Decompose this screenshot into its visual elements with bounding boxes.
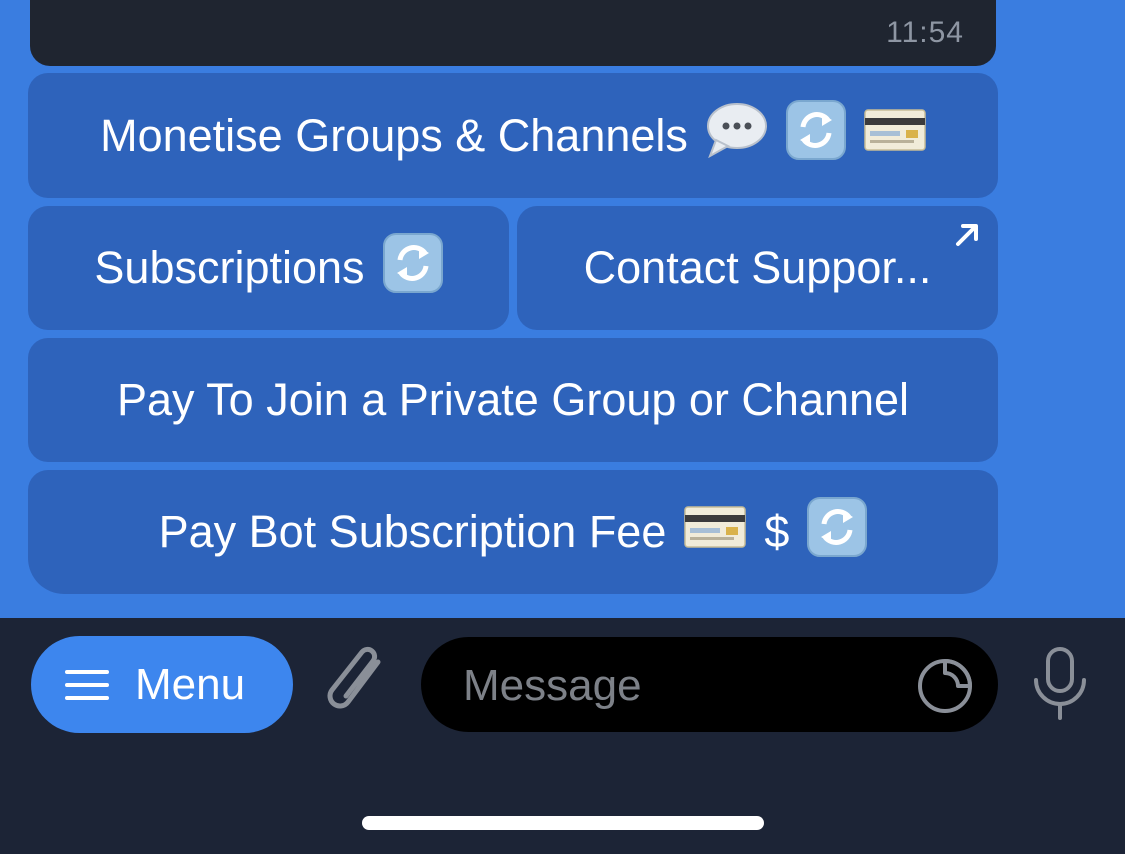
message-time: 11:54 (886, 16, 964, 49)
pay-to-join-button[interactable]: Pay To Join a Private Group or Channel (28, 338, 998, 462)
chat-area: 11:54 Monetise Groups & Channels Subscri… (0, 0, 1125, 618)
dollar-sign: $ (764, 506, 790, 557)
refresh-icon (785, 100, 846, 171)
speech-bubble-icon (706, 102, 768, 169)
message-bubble: 11:54 (30, 0, 996, 66)
pay-to-join-label: Pay To Join a Private Group or Channel (116, 374, 910, 425)
contact-support-label: Contact Suppor... (583, 242, 932, 293)
message-input[interactable] (461, 637, 905, 734)
credit-card-icon (864, 109, 926, 162)
refresh-icon (807, 496, 868, 568)
microphone-icon[interactable] (1030, 646, 1090, 722)
paperclip-icon[interactable] (322, 644, 394, 724)
pay-bot-fee-label: Pay Bot Subscription Fee (158, 506, 667, 557)
refresh-icon (382, 232, 443, 304)
monetise-groups-button[interactable]: Monetise Groups & Channels (28, 73, 998, 198)
subscriptions-button[interactable]: Subscriptions (28, 206, 509, 330)
monetise-groups-label: Monetise Groups & Channels (100, 109, 688, 161)
sticker-icon[interactable] (916, 657, 974, 715)
menu-label: Menu (135, 659, 246, 709)
subscriptions-label: Subscriptions (94, 242, 365, 293)
credit-card-icon (684, 505, 747, 559)
hamburger-icon (65, 669, 109, 700)
external-link-icon (956, 224, 978, 246)
home-indicator[interactable] (362, 816, 764, 830)
contact-support-button[interactable]: Contact Suppor... (517, 206, 998, 330)
menu-button[interactable]: Menu (31, 636, 293, 733)
message-input-field (421, 637, 998, 734)
pay-bot-fee-button[interactable]: Pay Bot Subscription Fee $ (28, 470, 998, 594)
